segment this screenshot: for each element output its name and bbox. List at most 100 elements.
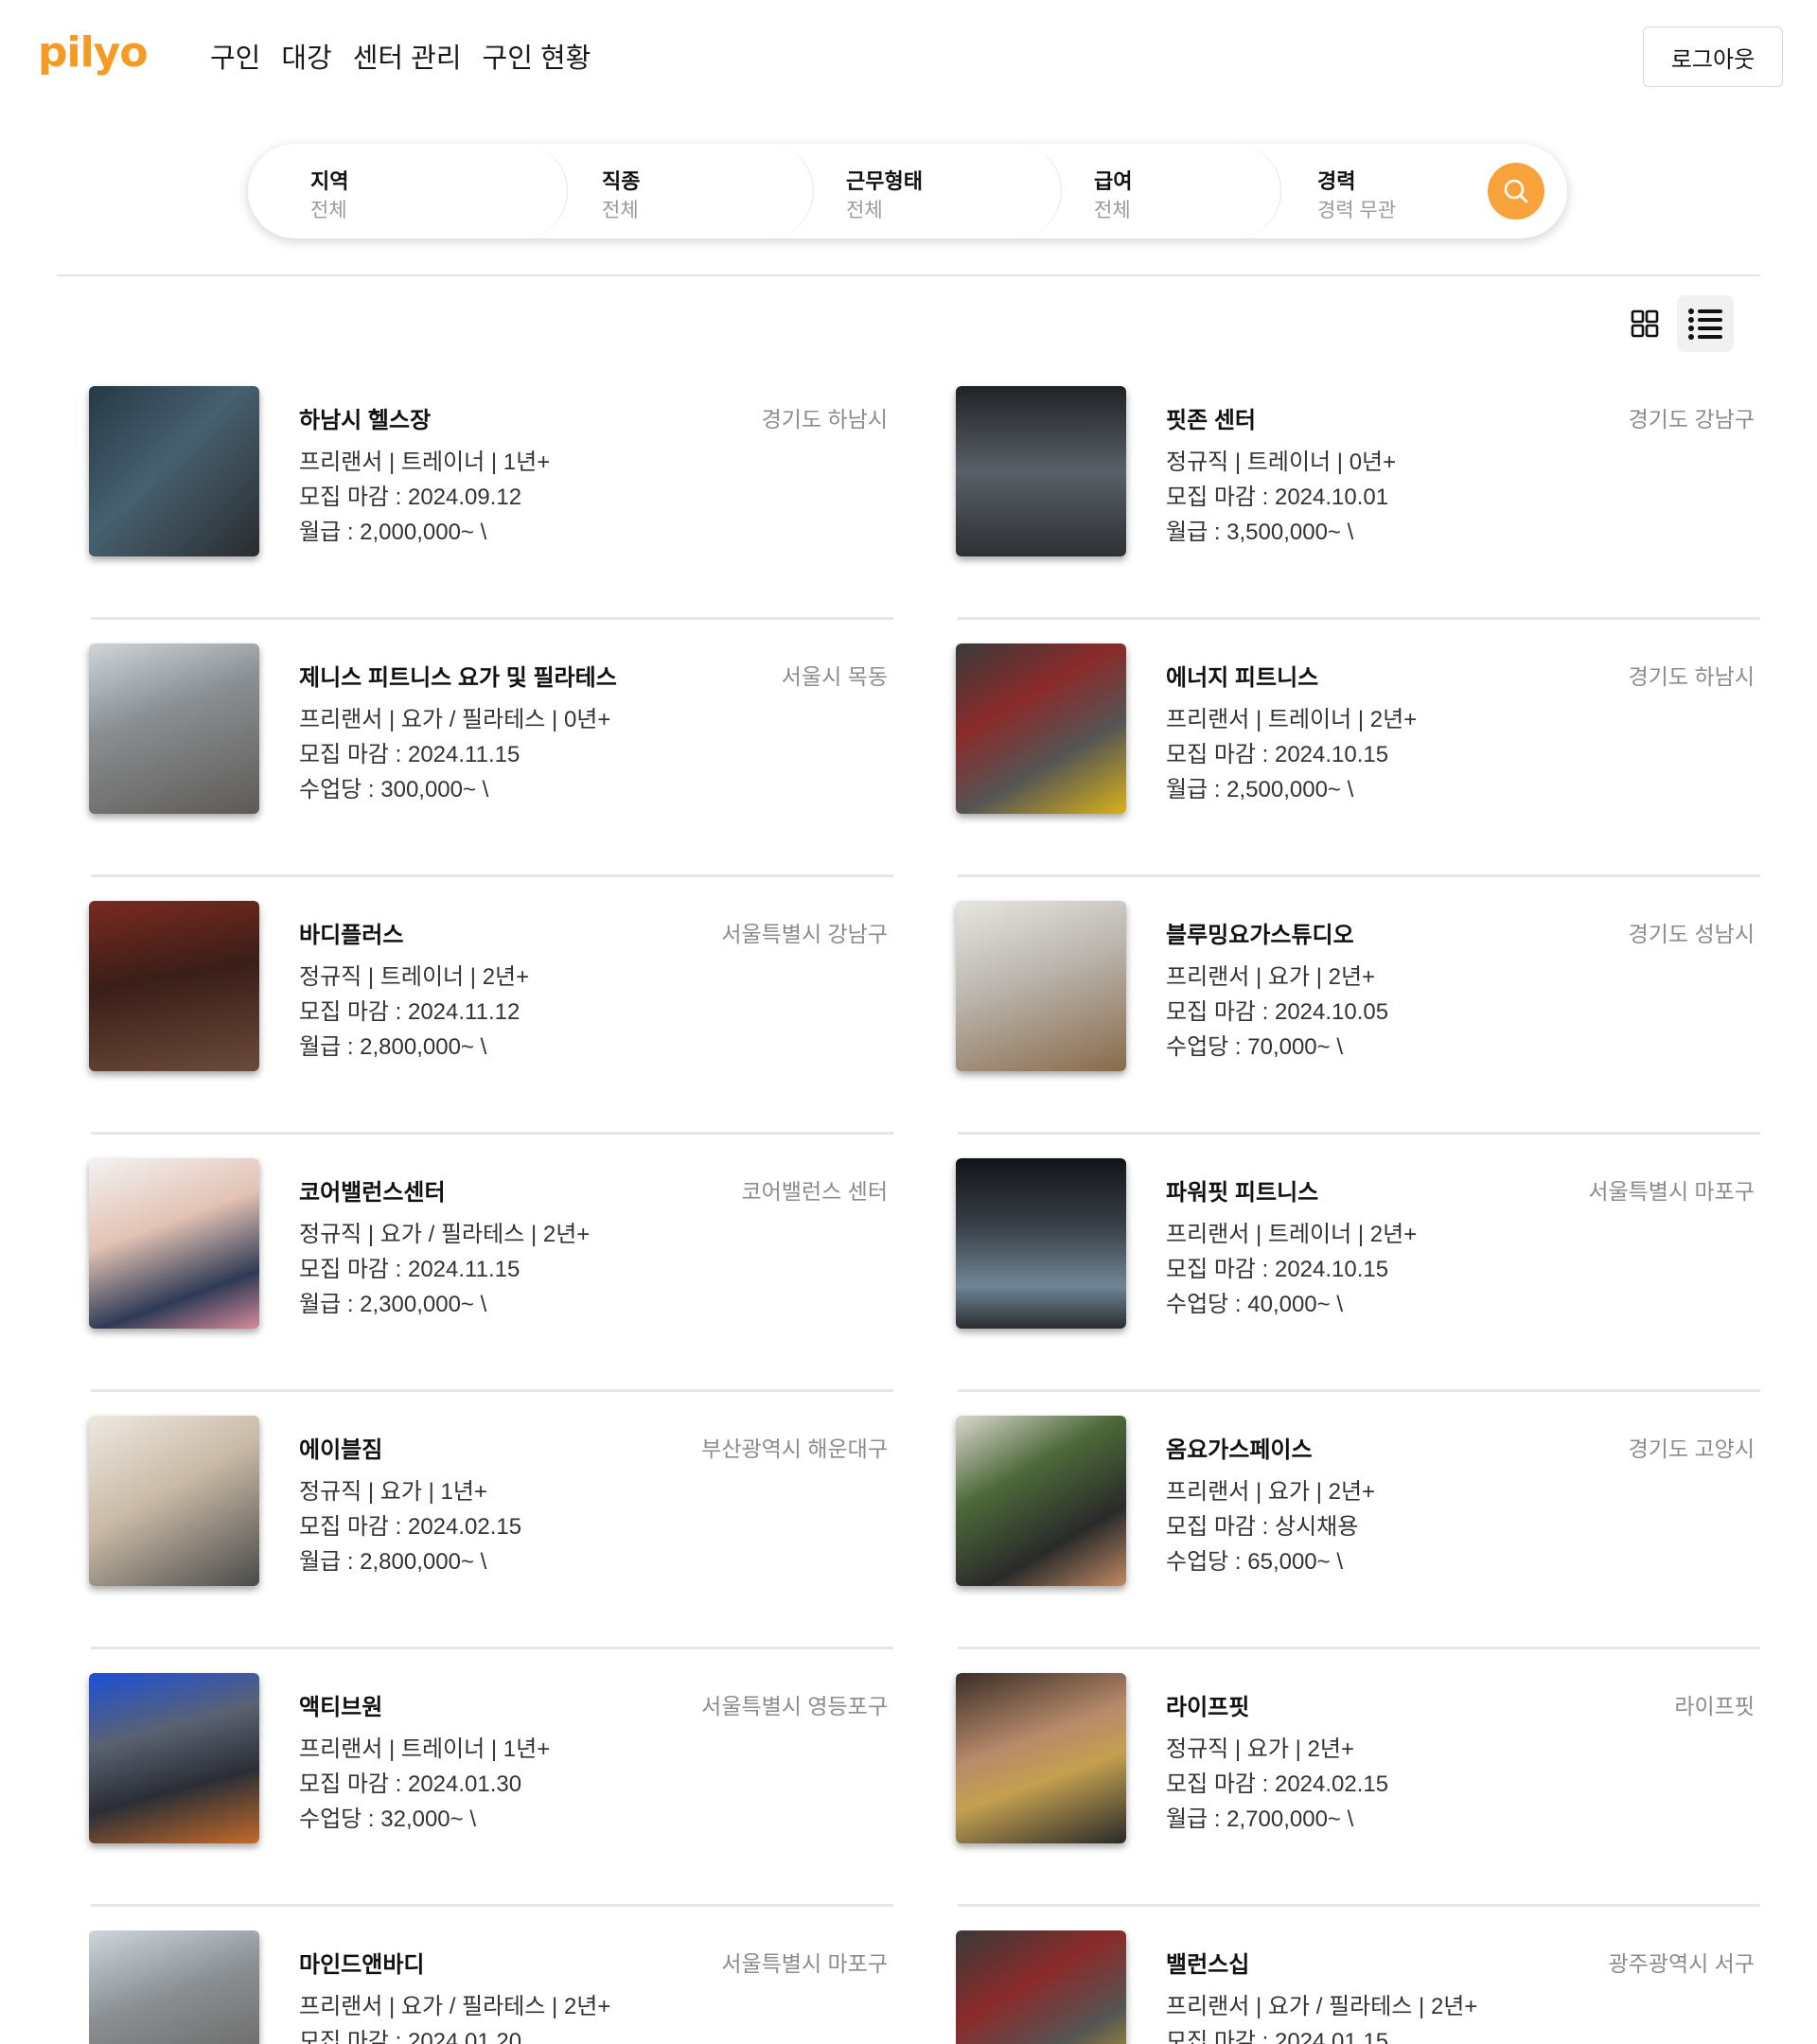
job-deadline: 모집 마감 : 2024.11.12 bbox=[299, 999, 520, 1025]
job-card[interactable]: 밸런스십 광주광역시 서구 프리랜서 | 요가 / 필라테스 | 2년+ 모집 … bbox=[956, 1930, 1760, 2044]
job-location: 라이프핏 bbox=[1674, 1694, 1755, 1718]
job-center-name: 라이프핏 bbox=[1166, 1695, 1250, 1720]
job-deadline: 모집 마감 : 2024.11.15 bbox=[299, 742, 520, 767]
row-divider bbox=[958, 1647, 1760, 1649]
job-deadline: 모집 마감 : 2024.10.15 bbox=[1166, 742, 1389, 767]
job-info: 프리랜서 | 요가 / 필라테스 | 0년+ bbox=[299, 707, 611, 732]
job-deadline: 모집 마감 : 2024.10.01 bbox=[1166, 485, 1389, 510]
row-divider bbox=[91, 1647, 893, 1649]
nav-item-substitute[interactable]: 대강 bbox=[281, 36, 331, 76]
job-card[interactable]: 코어밸런스센터 코어밸런스 센터 정규직 | 요가 / 필라테스 | 2년+ 모… bbox=[89, 1158, 893, 1416]
job-card[interactable]: 제니스 피트니스 요가 및 필라테스 서울시 목동 프리랜서 | 요가 / 필라… bbox=[89, 643, 893, 901]
job-deadline: 모집 마감 : 2024.10.05 bbox=[1166, 999, 1389, 1025]
job-pay: 수업당 : 70,000~ \ bbox=[1166, 1034, 1344, 1060]
main-nav: 구인 대강 센터 관리 구인 현황 bbox=[210, 36, 591, 76]
job-pay: 월급 : 2,800,000~ \ bbox=[299, 1549, 487, 1575]
job-pay: 수업당 : 65,000~ \ bbox=[1166, 1549, 1344, 1575]
job-deadline: 모집 마감 : 상시채용 bbox=[1166, 1514, 1359, 1540]
job-card[interactable]: 액티브원 서울특별시 영등포구 프리랜서 | 트레이너 | 1년+ 모집 마감 … bbox=[89, 1673, 893, 1930]
job-thumbnail bbox=[89, 901, 259, 1071]
job-deadline: 모집 마감 : 2024.09.12 bbox=[299, 485, 522, 510]
job-center-name: 옴요가스페이스 bbox=[1166, 1437, 1313, 1463]
row-divider bbox=[958, 1132, 1760, 1135]
job-pay: 수업당 : 300,000~ \ bbox=[299, 777, 489, 802]
job-location: 경기도 하남시 bbox=[761, 407, 888, 432]
section-divider bbox=[57, 274, 1760, 276]
job-thumbnail bbox=[956, 1930, 1126, 2044]
filter-job-type[interactable]: 직종 전체 bbox=[568, 144, 814, 238]
job-card[interactable]: 핏존 센터 경기도 강남구 정규직 | 트레이너 | 0년+ 모집 마감 : 2… bbox=[956, 386, 1760, 643]
job-thumbnail bbox=[956, 386, 1126, 556]
list-icon bbox=[1688, 308, 1722, 340]
job-location: 경기도 고양시 bbox=[1628, 1436, 1755, 1461]
job-location: 광주광역시 서구 bbox=[1608, 1951, 1755, 1976]
list-view-button[interactable] bbox=[1677, 295, 1734, 352]
job-pay: 수업당 : 32,000~ \ bbox=[299, 1806, 477, 1832]
filter-region[interactable]: 지역 전체 bbox=[248, 144, 568, 238]
grid-icon bbox=[1631, 309, 1659, 338]
job-card[interactable]: 하남시 헬스장 경기도 하남시 프리랜서 | 트레이너 | 1년+ 모집 마감 … bbox=[89, 386, 893, 643]
job-center-name: 핏존 센터 bbox=[1166, 408, 1256, 433]
job-deadline: 모집 마감 : 2024.11.15 bbox=[299, 1257, 520, 1282]
filter-value: 전체 bbox=[846, 200, 883, 221]
job-location: 서울시 목동 bbox=[781, 664, 888, 689]
job-thumbnail bbox=[956, 1673, 1126, 1843]
job-card[interactable]: 블루밍요가스튜디오 경기도 성남시 프리랜서 | 요가 | 2년+ 모집 마감 … bbox=[956, 901, 1760, 1158]
nav-item-hiring[interactable]: 구인 bbox=[210, 36, 260, 76]
job-thumbnail bbox=[89, 1673, 259, 1843]
job-card[interactable]: 라이프핏 라이프핏 정규직 | 요가 | 2년+ 모집 마감 : 2024.02… bbox=[956, 1673, 1760, 1930]
job-info: 정규직 | 트레이너 | 0년+ bbox=[1166, 449, 1397, 475]
job-pay: 월급 : 2,700,000~ \ bbox=[1166, 1806, 1354, 1832]
job-pay: 수업당 : 40,000~ \ bbox=[1166, 1292, 1344, 1317]
job-center-name: 제니스 피트니스 요가 및 필라테스 bbox=[299, 665, 617, 691]
job-center-name: 에이블짐 bbox=[299, 1437, 383, 1463]
job-pay: 월급 : 2,500,000~ \ bbox=[1166, 777, 1354, 802]
job-center-name: 마인드앤바디 bbox=[299, 1952, 425, 1978]
job-card[interactable]: 파워핏 피트니스 서울특별시 마포구 프리랜서 | 트레이너 | 2년+ 모집 … bbox=[956, 1158, 1760, 1416]
job-thumbnail bbox=[956, 901, 1126, 1071]
row-divider bbox=[958, 874, 1760, 877]
job-thumbnail bbox=[89, 1158, 259, 1329]
filter-experience[interactable]: 경력 경력 무관 bbox=[1281, 144, 1480, 238]
job-thumbnail bbox=[89, 643, 259, 814]
job-pay: 월급 : 2,800,000~ \ bbox=[299, 1034, 487, 1060]
job-center-name: 바디플러스 bbox=[299, 923, 404, 948]
header: pilyo 구인 대강 센터 관리 구인 현황 로그아웃 bbox=[0, 0, 1817, 112]
job-card[interactable]: 에너지 피트니스 경기도 하남시 프리랜서 | 트레이너 | 2년+ 모집 마감… bbox=[956, 643, 1760, 901]
job-deadline: 모집 마감 : 2024.02.15 bbox=[299, 1514, 522, 1540]
row-divider bbox=[958, 617, 1760, 620]
job-pay: 월급 : 2,000,000~ \ bbox=[299, 520, 487, 545]
search-button[interactable] bbox=[1488, 163, 1544, 220]
filter-value: 전체 bbox=[602, 200, 639, 221]
filter-salary[interactable]: 급여 전체 bbox=[1062, 144, 1281, 238]
job-info: 프리랜서 | 요가 | 2년+ bbox=[1166, 964, 1376, 990]
row-divider bbox=[91, 1904, 893, 1907]
grid-view-button[interactable] bbox=[1620, 299, 1669, 348]
job-center-name: 블루밍요가스튜디오 bbox=[1166, 923, 1354, 948]
logo[interactable]: pilyo bbox=[38, 28, 149, 77]
job-location: 서울특별시 영등포구 bbox=[701, 1694, 888, 1718]
row-divider bbox=[958, 1904, 1760, 1907]
logout-button[interactable]: 로그아웃 bbox=[1643, 26, 1783, 87]
filter-work-type[interactable]: 근무형태 전체 bbox=[814, 144, 1062, 238]
filter-label: 급여 bbox=[1094, 169, 1133, 193]
job-thumbnail bbox=[89, 1416, 259, 1586]
job-card[interactable]: 에이블짐 부산광역시 해운대구 정규직 | 요가 | 1년+ 모집 마감 : 2… bbox=[89, 1416, 893, 1673]
job-info: 프리랜서 | 요가 / 필라테스 | 2년+ bbox=[299, 1994, 611, 2019]
filter-value: 경력 무관 bbox=[1317, 200, 1397, 221]
nav-item-hiring-status[interactable]: 구인 현황 bbox=[483, 36, 591, 76]
job-thumbnail bbox=[89, 386, 259, 556]
job-location: 부산광역시 해운대구 bbox=[701, 1436, 888, 1461]
job-card[interactable]: 바디플러스 서울특별시 강남구 정규직 | 트레이너 | 2년+ 모집 마감 :… bbox=[89, 901, 893, 1158]
filter-label: 근무형태 bbox=[846, 169, 923, 193]
nav-item-center-management[interactable]: 센터 관리 bbox=[353, 36, 462, 76]
job-card[interactable]: 마인드앤바디 서울특별시 마포구 프리랜서 | 요가 / 필라테스 | 2년+ … bbox=[89, 1930, 893, 2044]
job-info: 정규직 | 요가 / 필라테스 | 2년+ bbox=[299, 1222, 591, 1247]
filter-label: 경력 bbox=[1317, 169, 1356, 193]
job-card[interactable]: 옴요가스페이스 경기도 고양시 프리랜서 | 요가 | 2년+ 모집 마감 : … bbox=[956, 1416, 1760, 1673]
job-location: 서울특별시 강남구 bbox=[721, 922, 888, 946]
search-filter-bar: 지역 전체 직종 전체 근무형태 전체 급여 전체 경력 경력 무관 bbox=[248, 144, 1567, 238]
job-info: 정규직 | 트레이너 | 2년+ bbox=[299, 964, 530, 990]
filter-label: 지역 bbox=[310, 169, 349, 193]
job-thumbnail bbox=[956, 643, 1126, 814]
